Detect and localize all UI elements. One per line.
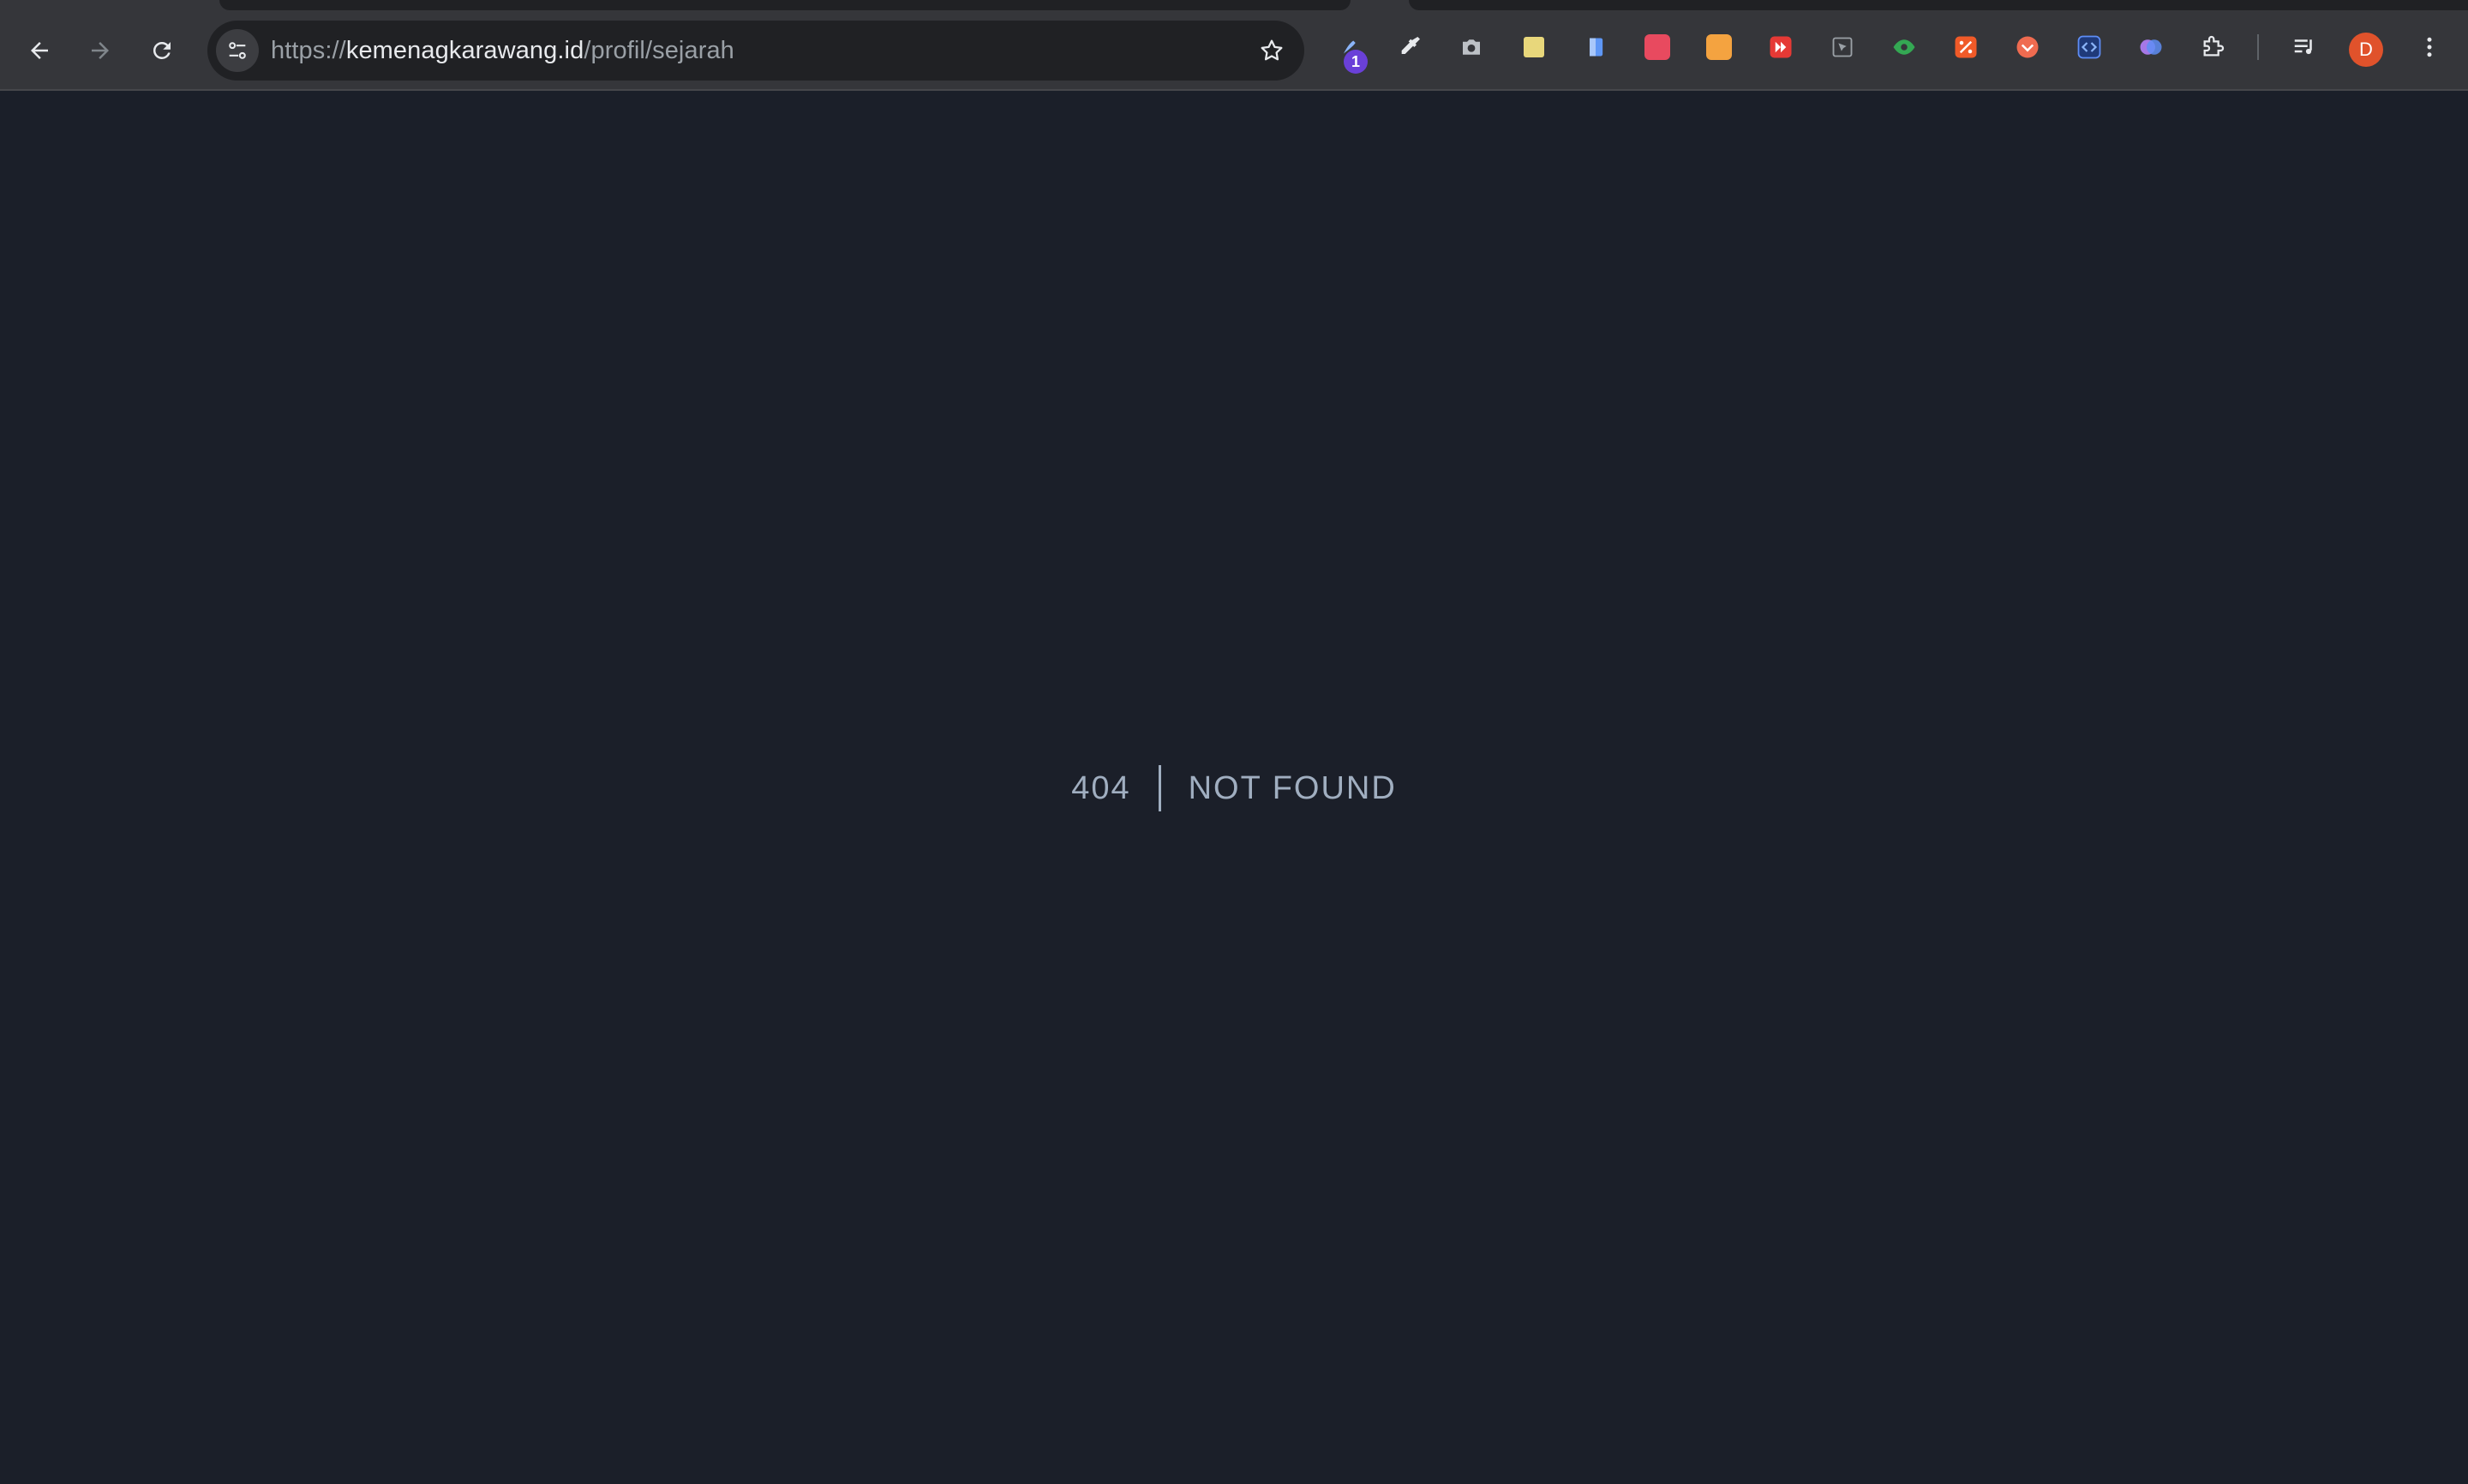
extension-eyedropper[interactable]: [1396, 33, 1423, 61]
extension-brain[interactable]: [2137, 33, 2165, 61]
url-scheme: https://: [271, 37, 346, 64]
error-code: 404: [1071, 765, 1161, 811]
extension-percent[interactable]: [1952, 33, 1980, 61]
extension-dots-grid[interactable]: [1644, 33, 1671, 61]
extensions-menu-button[interactable]: [2199, 33, 2226, 61]
arrow-right-icon: [92, 42, 109, 59]
media-controls-button[interactable]: [2291, 33, 2318, 61]
percent-icon: [1955, 36, 1977, 58]
brain-icon: [2140, 39, 2162, 55]
extension-code[interactable]: [2076, 33, 2103, 61]
inactive-tab-edge[interactable]: [1409, 0, 2468, 10]
extension-layout[interactable]: [1705, 33, 1733, 61]
active-tab-edge[interactable]: [219, 0, 1351, 10]
eyedropper-icon: [1401, 37, 1420, 54]
extension-badge: 1: [1344, 50, 1368, 74]
not-found-message: 404 NOT FOUND: [0, 763, 2468, 814]
arrow-left-icon: [31, 42, 48, 59]
cursor-arrow-icon: [1832, 37, 1853, 57]
profile-avatar[interactable]: D: [2349, 33, 2383, 67]
layout-icon: [1706, 34, 1732, 60]
star-icon: [1261, 39, 1283, 61]
document-icon: [1590, 38, 1603, 57]
puzzle-icon: [2203, 35, 2225, 57]
toolbar-divider: [2257, 34, 2259, 60]
extension-eye[interactable]: [1890, 33, 1918, 61]
back-button[interactable]: [19, 30, 60, 71]
extension-fast-forward[interactable]: [1767, 33, 1794, 61]
bookmark-star-button[interactable]: [1251, 30, 1292, 71]
eye-icon: [1893, 39, 1915, 55]
media-queue-icon: [2294, 39, 2312, 55]
browser-toolbar: https://kemenagkarawang.id/profil/sejara…: [0, 0, 2468, 91]
camera-icon: [1463, 39, 1480, 55]
more-vert-icon: [2427, 37, 2432, 57]
extension-camera[interactable]: [1458, 33, 1485, 61]
extension-cursor-arrow[interactable]: [1829, 33, 1856, 61]
fast-forward-icon: [1770, 36, 1792, 58]
pocket-icon: [2016, 36, 2039, 58]
url-text[interactable]: https://kemenagkarawang.id/profil/sejara…: [271, 37, 734, 65]
error-text: NOT FOUND: [1188, 770, 1397, 806]
reload-icon: [153, 41, 171, 59]
dots-grid-icon: [1644, 34, 1670, 60]
reload-button[interactable]: [141, 30, 183, 71]
code-icon: [2077, 35, 2101, 59]
note-icon: [1524, 37, 1544, 57]
forward-button[interactable]: [80, 30, 121, 71]
extension-note[interactable]: [1520, 33, 1548, 61]
extension-pocket[interactable]: [2014, 33, 2041, 61]
url-host: kemenagkarawang.id: [345, 37, 584, 64]
url-path: /profil/sejarah: [584, 37, 734, 64]
extension-document[interactable]: [1582, 33, 1609, 61]
address-bar[interactable]: https://kemenagkarawang.id/profil/sejara…: [207, 21, 1304, 81]
site-settings-button[interactable]: [216, 29, 259, 72]
browser-menu-button[interactable]: [2416, 33, 2443, 61]
tune-icon: [229, 42, 246, 59]
